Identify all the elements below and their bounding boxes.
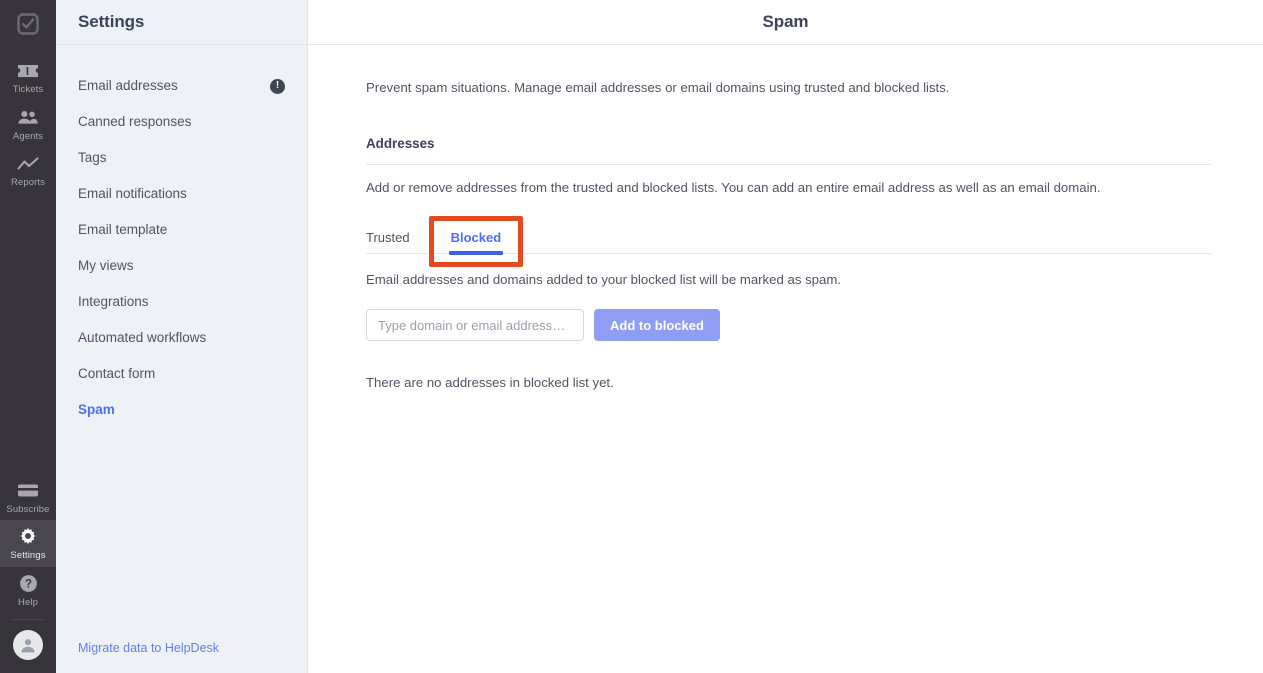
sidebar-item-spam[interactable]: Spam: [56, 392, 307, 428]
app-logo[interactable]: [0, 0, 56, 48]
sidebar-item-label: Email addresses: [78, 78, 178, 94]
trendline-icon: [17, 154, 39, 174]
svg-text:?: ?: [24, 579, 31, 591]
settings-sidebar: Settings Email addresses ! Canned respon…: [56, 0, 308, 673]
rail-label-settings: Settings: [10, 550, 46, 561]
section-description: Add or remove addresses from the trusted…: [366, 180, 1101, 196]
sidebar-item-label: Email notifications: [78, 186, 187, 202]
rail-label-tickets: Tickets: [12, 84, 44, 95]
sidebar-item-email-addresses[interactable]: Email addresses !: [56, 68, 307, 104]
section-divider: [366, 164, 1211, 166]
primary-nav-rail: Tickets Agents Reports Subscribe Setting…: [0, 0, 56, 673]
add-to-blocked-button[interactable]: Add to blocked: [594, 309, 720, 342]
sidebar-item-label: Automated workflows: [78, 330, 207, 346]
user-avatar-icon: [21, 639, 35, 653]
tabs: Trusted Blocked: [366, 220, 1211, 255]
credit-card-icon: [17, 481, 39, 501]
sidebar-item-label: Email template: [78, 222, 168, 238]
sidebar-item-integrations[interactable]: Integrations: [56, 284, 307, 320]
rail-divider: [13, 619, 43, 620]
sidebar-item-tags[interactable]: Tags: [56, 140, 307, 176]
rail-item-help[interactable]: ? Help: [0, 567, 56, 614]
tab-trusted[interactable]: Trusted: [366, 231, 410, 253]
sidebar-item-label: Canned responses: [78, 114, 192, 130]
people-icon: [17, 108, 39, 128]
sidebar-item-label: Contact form: [78, 366, 156, 382]
sidebar-item-contact-form[interactable]: Contact form: [56, 356, 307, 392]
rail-item-reports[interactable]: Reports: [0, 147, 56, 194]
rail-item-agents[interactable]: Agents: [0, 101, 56, 148]
checkbox-check-logo-icon: [17, 13, 39, 35]
rail-item-tickets[interactable]: Tickets: [0, 54, 56, 101]
tab-description: Email addresses and domains added to you…: [366, 271, 841, 287]
ticket-icon: [17, 61, 39, 81]
tab-blocked[interactable]: Blocked: [448, 231, 503, 255]
add-address-form: Add to blocked: [366, 309, 1263, 342]
alert-badge-icon: !: [270, 78, 285, 94]
avatar[interactable]: [13, 630, 43, 660]
sidebar-item-label: My views: [78, 258, 134, 274]
sidebar-item-email-template[interactable]: Email template: [56, 212, 307, 248]
sidebar-item-label: Tags: [78, 150, 107, 166]
rail-label-agents: Agents: [12, 130, 44, 142]
rail-item-subscribe[interactable]: Subscribe: [0, 474, 56, 521]
app-root: Tickets Agents Reports Subscribe Setting…: [0, 0, 1263, 673]
sidebar-item-email-notifications[interactable]: Email notifications: [56, 176, 307, 212]
settings-sidebar-header: Settings: [56, 0, 307, 45]
sidebar-item-label: Integrations: [78, 294, 149, 310]
rail-label-help: Help: [18, 596, 38, 608]
tabs-container: Trusted Blocked: [366, 215, 1211, 267]
page-title: Spam: [762, 12, 809, 31]
rail-item-settings[interactable]: Settings: [0, 520, 56, 567]
main-content: Spam Prevent spam situations. Manage ema…: [308, 0, 1263, 673]
rail-bottom-group: Subscribe Settings ? Help: [0, 474, 56, 673]
main-header: Spam: [308, 0, 1263, 45]
address-input[interactable]: [366, 309, 584, 342]
sidebar-item-label: Spam: [78, 402, 115, 418]
empty-state-text: There are no addresses in blocked list y…: [366, 375, 614, 391]
settings-nav-list: Email addresses ! Canned responses Tags …: [56, 45, 307, 428]
question-circle-icon: ?: [19, 574, 38, 594]
gear-icon: [18, 527, 38, 547]
sidebar-item-my-views[interactable]: My views: [56, 248, 307, 284]
main-body: Prevent spam situations. Manage email ad…: [308, 79, 1263, 390]
section-heading-addresses: Addresses: [366, 136, 435, 152]
page-lead-text: Prevent spam situations. Manage email ad…: [366, 80, 950, 95]
sidebar-item-canned-responses[interactable]: Canned responses: [56, 104, 307, 140]
rail-label-reports: Reports: [11, 177, 45, 188]
rail-label-subscribe: Subscribe: [6, 503, 50, 515]
settings-title: Settings: [78, 12, 145, 31]
sidebar-item-automated-workflows[interactable]: Automated workflows: [56, 320, 307, 356]
rail-top-group: Tickets Agents Reports: [0, 54, 56, 194]
migrate-data-link[interactable]: Migrate data to HelpDesk: [78, 641, 219, 655]
